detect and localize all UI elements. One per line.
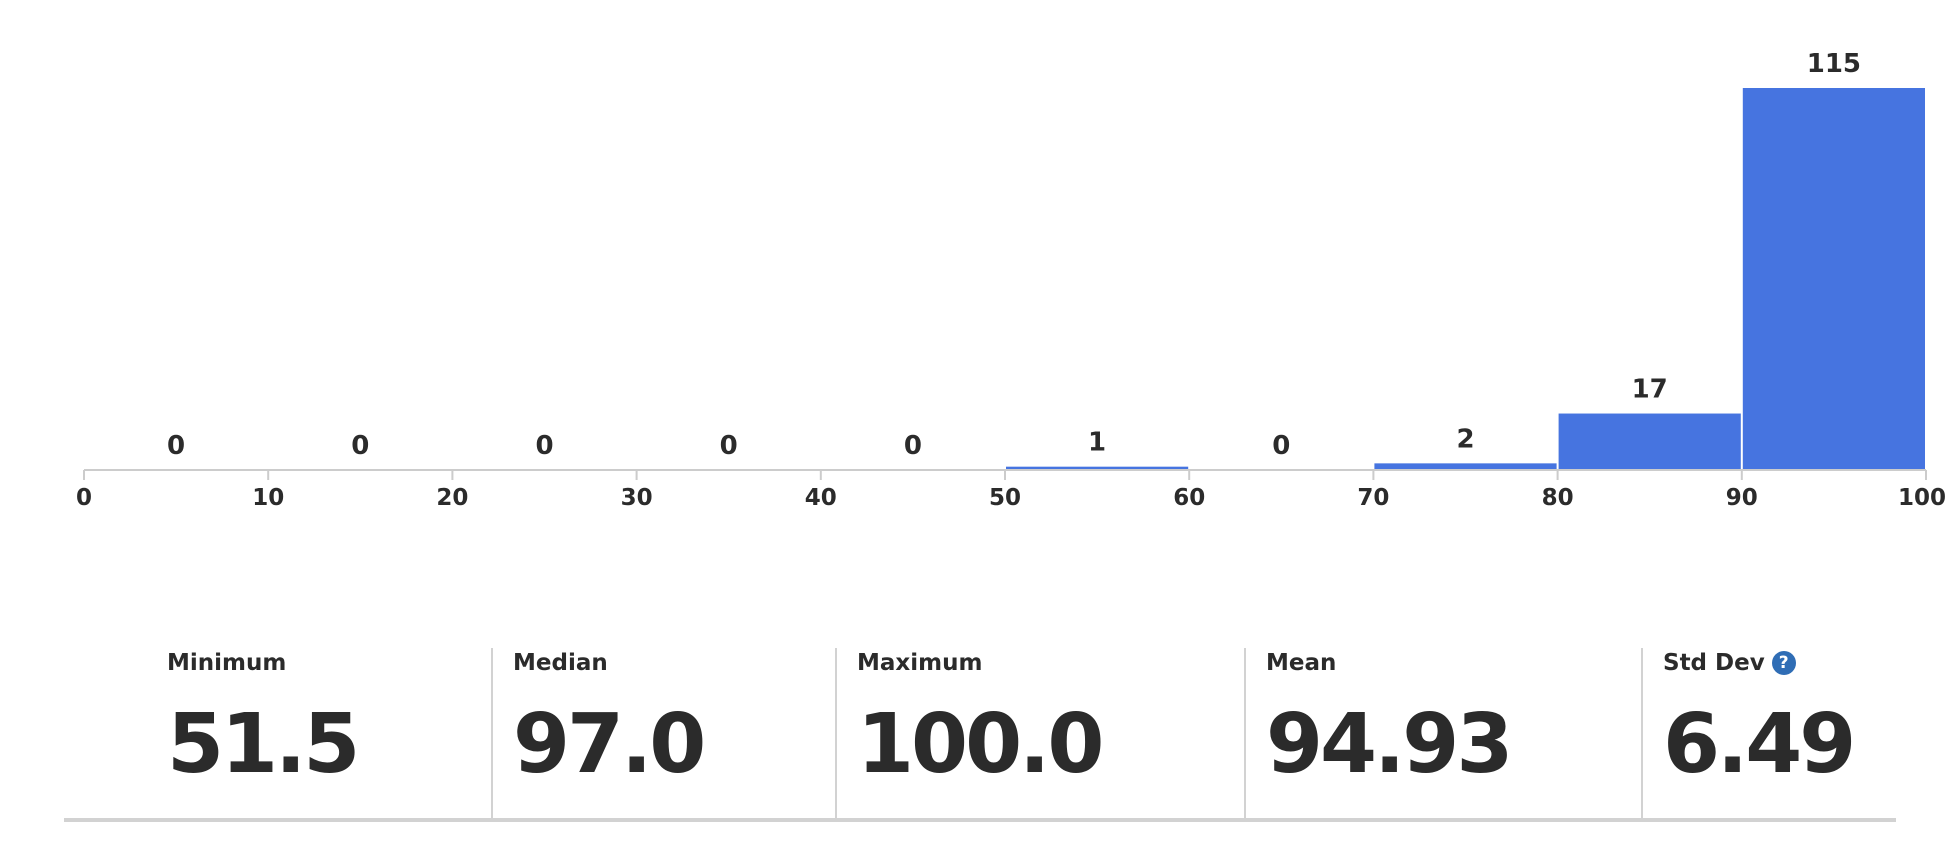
stat-value: 100.0 — [857, 697, 1104, 792]
bar-count-label: 0 — [351, 431, 369, 461]
stat-label: Median — [513, 650, 608, 676]
stat-value: 51.5 — [167, 697, 360, 792]
stat-median: Median 97.0 — [491, 648, 835, 818]
histogram-bars — [1006, 88, 1925, 470]
x-tick-label: 60 — [1173, 485, 1205, 511]
x-tick-label: 80 — [1542, 485, 1574, 511]
stat-label: Maximum — [857, 650, 983, 676]
score-histogram: 0 10 20 30 40 50 60 70 80 90 100 0 0 0 0 0 1 0 217115 — [76, 49, 1946, 511]
x-tick-label: 30 — [621, 485, 653, 511]
stat-label: Std Dev ? — [1663, 650, 1796, 676]
stat-minimum: Minimum 51.5 — [64, 648, 491, 818]
bar-count-label: 115 — [1807, 49, 1861, 79]
bar-count-label: 0 — [1272, 431, 1290, 461]
summary-statistics: Minimum 51.5 Median 97.0 Maximum 100.0 M… — [64, 648, 1896, 822]
bar-count-label: 0 — [167, 431, 185, 461]
bar-count-label: 0 — [904, 431, 922, 461]
help-icon[interactable]: ? — [1771, 651, 1796, 675]
bar-count-labels: 0 0 0 0 0 1 0 2 17 115 — [167, 49, 1861, 461]
bar-count-label: 0 — [535, 431, 553, 461]
stat-label: Mean — [1266, 650, 1337, 676]
bar-count-label: 17 — [1632, 375, 1668, 405]
bar-count-label: 2 — [1456, 424, 1474, 454]
stat-value: 97.0 — [513, 697, 706, 792]
x-tick-label: 10 — [252, 485, 284, 511]
histogram-bar[interactable] — [1742, 88, 1925, 470]
histogram-bar[interactable] — [1558, 413, 1741, 470]
x-tick-label: 90 — [1726, 485, 1758, 511]
stat-maximum: Maximum 100.0 — [835, 648, 1244, 818]
x-tick-label: 70 — [1357, 485, 1389, 511]
bar-count-label: 0 — [720, 431, 738, 461]
stat-label: Minimum — [167, 650, 287, 676]
stat-value: 94.93 — [1266, 697, 1513, 792]
stat-mean: Mean 94.93 — [1244, 648, 1641, 818]
stat-std-dev: Std Dev ? 6.49 — [1641, 648, 1896, 818]
x-tick-label: 50 — [989, 485, 1021, 511]
stat-value: 6.49 — [1663, 697, 1856, 792]
stat-label-text: Std Dev — [1663, 650, 1765, 676]
x-axis-ticks: 0 10 20 30 40 50 60 70 80 90 100 — [76, 470, 1946, 511]
bar-count-label: 1 — [1088, 428, 1106, 458]
x-tick-label: 100 — [1898, 485, 1946, 511]
x-tick-label: 0 — [76, 485, 92, 511]
x-tick-label: 40 — [805, 485, 837, 511]
x-tick-label: 20 — [436, 485, 468, 511]
